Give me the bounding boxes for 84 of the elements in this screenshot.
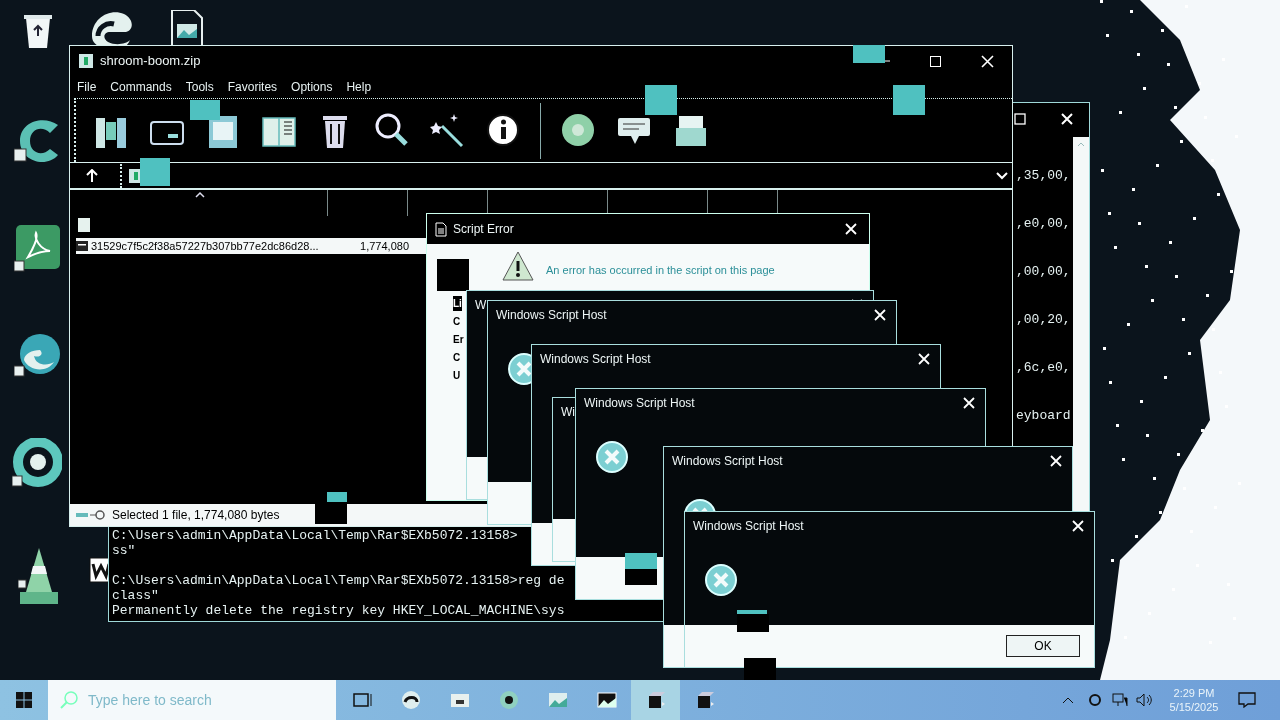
glitch-block xyxy=(625,569,657,585)
close-icon[interactable] xyxy=(1072,520,1084,532)
close-icon[interactable] xyxy=(963,397,975,409)
date-text: 5/15/2025 xyxy=(1169,700,1219,714)
error-icon xyxy=(596,441,628,473)
error-icon xyxy=(705,564,737,596)
console-text: ,35,00, xyxy=(1016,168,1071,184)
console-line: C:\Users\admin\AppData\Local\Temp\Rar$EXb5072.13158> xyxy=(112,528,519,543)
close-icon[interactable] xyxy=(874,309,886,321)
dialog-title: Wi xyxy=(561,404,575,421)
landscape-icon xyxy=(596,690,617,710)
taskbar-button[interactable] xyxy=(631,680,680,720)
archive-icon xyxy=(78,53,94,69)
menu-item[interactable]: Options xyxy=(287,78,337,96)
console-text: ,6c,e0, xyxy=(1016,360,1071,376)
file-icon xyxy=(76,241,88,251)
menu-item[interactable]: Tools xyxy=(181,78,218,96)
maximize-icon[interactable] xyxy=(1014,113,1026,125)
time-text: 2:29 PM xyxy=(1173,686,1215,700)
console-text: ,00,00, xyxy=(1016,264,1071,280)
glitch-block xyxy=(853,45,885,63)
status-text: Selected 1 file, 1,774,080 bytes xyxy=(112,507,280,524)
dropdown-caret-icon[interactable] xyxy=(996,171,1008,180)
menu-item[interactable]: Favorites xyxy=(223,78,282,96)
maximize-icon[interactable] xyxy=(930,55,941,67)
speaker-icon[interactable] xyxy=(1136,693,1152,707)
console-text: ,00,20, xyxy=(1016,312,1071,328)
menu-item[interactable]: Commands xyxy=(106,78,176,96)
field-label: C xyxy=(453,351,461,365)
field-label: Li xyxy=(453,296,462,311)
fox-swirl-icon xyxy=(498,690,519,710)
error-message: An error has occurred in the script on this page xyxy=(546,263,775,278)
swirl-icon xyxy=(400,690,421,710)
file-icon xyxy=(78,218,90,232)
ok-button[interactable]: OK xyxy=(1006,635,1080,657)
glitch-block xyxy=(190,100,220,120)
field-label: U xyxy=(453,369,461,383)
console-line: class" xyxy=(112,588,160,603)
warning-icon xyxy=(502,251,534,281)
ring-icon xyxy=(12,438,62,488)
sort-caret-icon[interactable] xyxy=(195,191,205,198)
close-icon[interactable] xyxy=(845,223,857,235)
dialog-title: Windows Script Host xyxy=(672,453,783,470)
document-icon xyxy=(435,221,447,237)
glitch-block xyxy=(140,158,170,186)
dialog-title: Windows Script Host xyxy=(584,395,695,412)
dialog-title: Windows Script Host xyxy=(496,307,607,324)
file-size: 1,774,080 xyxy=(359,238,409,254)
field-label: Er xyxy=(453,333,464,347)
window-title: shroom-boom.zip xyxy=(100,52,201,71)
glitch-block xyxy=(645,85,677,115)
console-line: Permanently delete the registry key HKEY_LOCAL_MACHINE\sys xyxy=(112,603,565,618)
document-app-icon xyxy=(14,225,62,273)
dialog-title: W xyxy=(475,297,487,314)
dialog-title: Windows Script Host xyxy=(693,518,804,535)
close-icon[interactable] xyxy=(981,54,994,68)
search-icon xyxy=(60,691,78,709)
scroll-up-icon xyxy=(1077,141,1085,147)
console-line: C:\Users\admin\AppData\Local\Temp\Rar$EXb5072.13158>reg de xyxy=(112,573,565,588)
dialog-title: Windows Script Host xyxy=(540,351,651,368)
menu-item[interactable]: Help xyxy=(342,78,376,96)
task-view-icon xyxy=(351,690,372,710)
close-icon[interactable] xyxy=(1060,112,1074,126)
network-icon[interactable] xyxy=(1112,693,1128,707)
file-name: 31529c7f5c2f38a57227b307bb77e2dc86d28... xyxy=(91,238,320,254)
landscape-icon xyxy=(547,690,568,710)
console-text: ,e0,00, xyxy=(1016,216,1071,232)
console-line: ss" xyxy=(112,543,137,558)
glitch-block xyxy=(625,553,657,569)
key-icon xyxy=(76,510,106,520)
search-placeholder: Type here to search xyxy=(88,690,212,710)
console-text: eyboard xyxy=(1016,408,1071,424)
glitch-block xyxy=(893,85,925,115)
chevron-up-icon[interactable] xyxy=(1062,696,1074,704)
notification-icon[interactable] xyxy=(1238,692,1256,708)
field-label: C xyxy=(453,315,461,329)
gear-icon[interactable] xyxy=(1088,693,1102,707)
close-icon[interactable] xyxy=(1050,455,1062,467)
close-icon[interactable] xyxy=(918,353,930,365)
up-arrow-icon[interactable] xyxy=(86,168,98,183)
menu-item[interactable]: File xyxy=(73,78,101,96)
dialog-title: Script Error xyxy=(453,221,514,238)
windows-logo-icon xyxy=(16,692,32,708)
file-row[interactable]: 31529c7f5c2f38a57227b307bb77e2dc86d28... 1,774,080 xyxy=(76,238,428,254)
